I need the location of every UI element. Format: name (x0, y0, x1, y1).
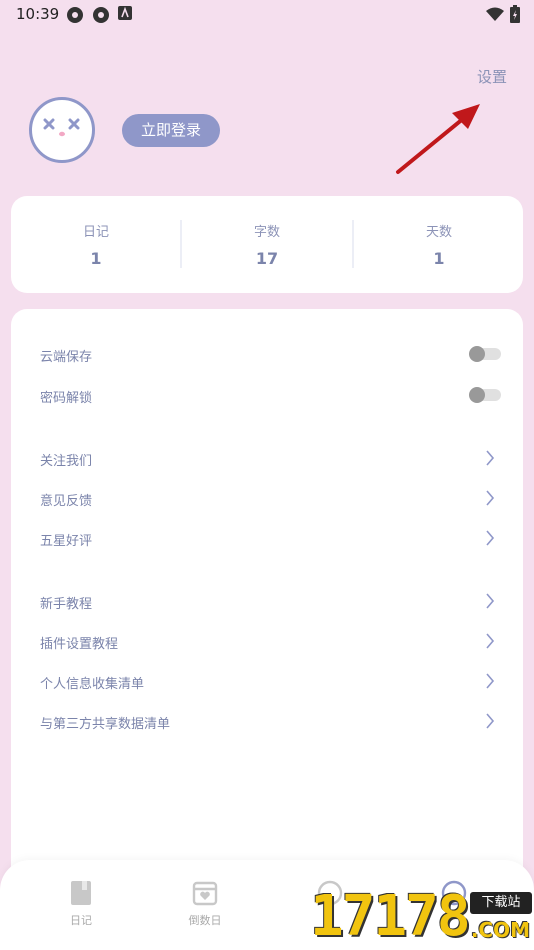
status-time: 10:39 (16, 5, 60, 23)
tab-label: 日记 (70, 914, 92, 927)
menu-item-label: 关注我们 (40, 454, 93, 469)
stat-days: 天数 1 (354, 196, 524, 293)
status-system-icons (486, 5, 520, 23)
calendar-heart-icon (192, 881, 218, 906)
chevron-right-icon (486, 633, 495, 649)
chevron-right-icon (486, 713, 495, 729)
chevron-right-icon (486, 530, 495, 546)
watermark-domain: .COM (470, 918, 530, 942)
menu-item-label: 个人信息收集清单 (40, 677, 145, 692)
aperture-icon (67, 7, 83, 23)
chevron-right-icon (486, 450, 495, 466)
tab-diary[interactable]: 日记 (51, 880, 111, 928)
stat-label: 天数 (425, 225, 452, 240)
stat-diary: 日记 1 (11, 196, 181, 293)
login-button[interactable]: 立即登录 (122, 114, 220, 147)
wifi-icon (486, 7, 504, 21)
aperture-icon (93, 7, 109, 23)
stat-label: 日记 (82, 225, 109, 240)
menu-item-tutorial[interactable]: 新手教程 (40, 587, 495, 617)
toggle-knob (469, 387, 485, 403)
menu-item-label: 意见反馈 (40, 494, 93, 509)
chevron-right-icon (486, 673, 495, 689)
watermark-badge: 下载站 (470, 892, 532, 914)
menu-item-feedback[interactable]: 意见反馈 (40, 484, 495, 514)
book-icon (71, 881, 91, 905)
stat-value: 17 (255, 249, 279, 268)
stat-label: 字数 (253, 225, 280, 240)
menu-item-label: 密码解锁 (40, 391, 93, 406)
menu-item-cloud-save: 云端保存 (40, 340, 501, 370)
password-unlock-toggle[interactable] (469, 387, 501, 403)
stats-card: 日记 1 字数 17 天数 1 (11, 196, 523, 293)
settings-menu: 云端保存 密码解锁 关注我们 意见反馈 五星好评 新手教程 插件设置教程 个人信… (11, 309, 523, 929)
settings-link[interactable]: 设置 (477, 66, 507, 87)
status-notification-icons (66, 6, 132, 24)
status-bar: 10:39 (0, 0, 534, 30)
tab-label: 倒数日 (188, 914, 222, 927)
menu-item-label: 云端保存 (40, 350, 93, 365)
stat-value: 1 (433, 249, 445, 268)
avatar[interactable] (29, 97, 95, 163)
watermark-number: 17178 (310, 884, 471, 949)
chevron-right-icon (486, 490, 495, 506)
menu-item-plugin-tutorial[interactable]: 插件设置教程 (40, 627, 495, 657)
menu-item-password-unlock: 密码解锁 (40, 381, 501, 411)
menu-item-follow-us[interactable]: 关注我们 (40, 444, 495, 474)
stat-value: 1 (90, 249, 102, 268)
app-a-icon (118, 6, 132, 20)
menu-item-personal-info-list[interactable]: 个人信息收集清单 (40, 667, 495, 697)
menu-item-label: 新手教程 (40, 597, 93, 612)
menu-item-third-party-list[interactable]: 与第三方共享数据清单 (40, 707, 495, 737)
annotation-arrow (396, 104, 480, 174)
chevron-right-icon (486, 593, 495, 609)
stat-word-count: 字数 17 (182, 196, 352, 293)
watermark-logo: 17178 下载站 .COM (310, 884, 534, 950)
face-icon (43, 118, 80, 137)
menu-item-five-star[interactable]: 五星好评 (40, 524, 495, 554)
menu-item-label: 五星好评 (40, 534, 93, 549)
toggle-knob (469, 346, 485, 362)
menu-item-label: 插件设置教程 (40, 637, 119, 652)
battery-icon (510, 5, 520, 23)
tab-countdown[interactable]: 倒数日 (175, 880, 235, 928)
cloud-save-toggle[interactable] (469, 346, 501, 362)
menu-item-label: 与第三方共享数据清单 (40, 717, 171, 732)
